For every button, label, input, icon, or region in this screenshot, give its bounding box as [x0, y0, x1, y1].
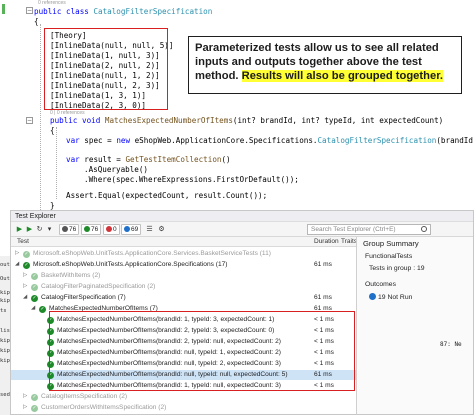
- passed-check-icon: ✓: [23, 261, 30, 269]
- test-explorer-toolbar: ▶ ▶ ↻ ▾ 76 76 0 69 ☰ ⚙ Search Test Explo…: [11, 222, 473, 237]
- codelens-references[interactable]: 0 references: [38, 0, 66, 6]
- callout-highlight: Results will also be grouped together.: [241, 70, 444, 82]
- test-cases-highlight-box: [49, 311, 355, 391]
- attributes-highlight-box: [44, 28, 168, 110]
- editor-gutter: [0, 0, 30, 212]
- test-tree-row[interactable]: ▷ ✓ Microsoft.eShopWeb.UnitTests.Applicati…: [11, 249, 356, 259]
- indent-guide: [40, 24, 41, 212]
- passed-check-icon: ✓: [31, 404, 38, 412]
- not-run-icon: [369, 293, 376, 300]
- background-text: kip: [0, 348, 10, 354]
- group-by-icon[interactable]: ☰: [145, 224, 154, 235]
- chevron-right-icon[interactable]: ▷: [23, 271, 27, 281]
- passed-check-icon: ✓: [39, 305, 46, 313]
- background-window: out Out kip kip ts lis kip kip kip sed: [0, 256, 10, 415]
- passed-check-icon: ✓: [31, 393, 38, 401]
- background-text: kip: [0, 358, 10, 364]
- column-test[interactable]: Test: [17, 237, 29, 247]
- group-summary-title: Group Summary: [363, 239, 419, 248]
- fold-toggle-icon[interactable]: −: [26, 117, 33, 124]
- test-tree-row[interactable]: ◢ ✓ Microsoft.eShopWeb.UnitTests.Applicati…: [11, 260, 356, 270]
- column-duration[interactable]: Duration: [314, 237, 339, 247]
- test-columns-header: Test Duration Traits: [11, 237, 357, 247]
- method-open-brace: {: [50, 126, 55, 135]
- result-line: var result = GetTestItemCollection(): [66, 155, 231, 164]
- change-marker: [2, 4, 5, 14]
- not-run-icon: [124, 226, 130, 232]
- search-placeholder: Search Test Explorer (Ctrl+E): [311, 226, 396, 233]
- test-duration: 61 ms: [314, 294, 332, 301]
- tests-in-group: Tests in group : 19: [369, 265, 425, 272]
- background-text: lis: [0, 328, 10, 334]
- background-text: kip: [0, 338, 10, 344]
- chevron-right-icon[interactable]: ▷: [23, 392, 27, 402]
- failed-icon: [106, 226, 112, 232]
- test-tree-row[interactable]: ▷ ✓ CustomerOrdersWithItemsSpecification (…: [11, 403, 356, 413]
- test-tree-row[interactable]: ▷ ✓ CatalogItemsSpecification (2): [11, 392, 356, 402]
- flask-icon: [62, 226, 68, 232]
- test-name: Microsoft.eShopWeb.UnitTests.Application…: [33, 250, 271, 257]
- column-traits[interactable]: Traits: [341, 237, 357, 247]
- passed-icon: [84, 226, 90, 232]
- background-text: out: [0, 262, 10, 268]
- run-play-icon[interactable]: ▶: [25, 224, 34, 235]
- test-name: CatalogFilterPaginatedSpecification (2): [41, 283, 156, 290]
- code-editor[interactable]: − − 0 references public class CatalogFil…: [0, 0, 474, 212]
- chevron-down-icon[interactable]: ◢: [23, 293, 27, 303]
- where-line: .Where(spec.WhereExpressions.FirstOrDefa…: [84, 175, 299, 184]
- test-explorer-title: Test Explorer: [11, 211, 473, 222]
- failed-tests-badge[interactable]: 0: [103, 224, 120, 235]
- chevron-right-icon[interactable]: ▷: [23, 403, 27, 413]
- passed-check-icon: ✓: [31, 272, 38, 280]
- outcomes-label: Outcomes: [365, 281, 396, 288]
- spec-line: var spec = new eShopWeb.ApplicationCore.…: [66, 136, 474, 145]
- settings-gear-icon[interactable]: ⚙: [157, 224, 166, 235]
- not-run-tests-badge[interactable]: 69: [121, 224, 142, 235]
- passed-check-icon: ✓: [31, 294, 38, 302]
- class-open-brace: {: [34, 17, 39, 26]
- repeat-icon[interactable]: ↻: [35, 224, 44, 235]
- assert-line: Assert.Equal(expectedCount, result.Count…: [66, 191, 268, 200]
- test-name: CustomerOrdersWithItemsSpecification (2): [41, 404, 167, 411]
- chevron-right-icon[interactable]: ▷: [23, 282, 27, 292]
- test-name: CatalogItemsSpecification (2): [41, 393, 128, 400]
- class-declaration: public class CatalogFilterSpecification: [34, 7, 213, 16]
- background-text: kip: [0, 298, 10, 304]
- total-tests-badge[interactable]: 76: [59, 224, 80, 235]
- background-text: Out: [0, 276, 10, 282]
- background-text-right: 87: Ne: [440, 341, 462, 348]
- chevron-right-icon[interactable]: ▷: [15, 249, 19, 259]
- asqueryable-line: .AsQueryable(): [84, 165, 149, 174]
- test-tree-row[interactable]: ▷ ✓ CatalogFilterPaginatedSpecification (2…: [11, 282, 356, 292]
- annotation-callout: Parameterized tests allow us to see all …: [188, 36, 462, 94]
- method-declaration: public void MatchesExpectedNumberOfItems…: [50, 116, 444, 125]
- background-text: sed: [0, 392, 10, 398]
- fold-toggle-icon[interactable]: −: [26, 7, 33, 14]
- debug-icon[interactable]: ▾: [45, 224, 54, 235]
- group-summary-pane: Group Summary FunctionalTests Tests in g…: [357, 237, 473, 414]
- passed-check-icon: ✓: [31, 283, 38, 291]
- search-input[interactable]: Search Test Explorer (Ctrl+E): [307, 224, 431, 235]
- test-name: Microsoft.eShopWeb.UnitTests.Application…: [33, 261, 228, 268]
- group-name: FunctionalTests: [365, 253, 413, 260]
- indent-guide: [56, 127, 57, 199]
- chevron-down-icon[interactable]: ◢: [31, 304, 35, 314]
- run-all-play-icon[interactable]: ▶: [15, 224, 24, 235]
- search-icon: [421, 226, 427, 232]
- background-text: kip: [0, 290, 10, 296]
- passed-tests-badge[interactable]: 76: [81, 224, 102, 235]
- test-tree-row[interactable]: ◢ ✓ CatalogFilterSpecification (7) 61 ms: [11, 293, 356, 303]
- test-name: CatalogFilterSpecification (7): [41, 294, 126, 301]
- test-name: BasketWithItems (2): [41, 272, 101, 279]
- test-tree-row[interactable]: ▷ ✓ BasketWithItems (2): [11, 271, 356, 281]
- chevron-down-icon[interactable]: ◢: [15, 260, 19, 270]
- test-explorer-window: Test Explorer ▶ ▶ ↻ ▾ 76 76 0 69 ☰ ⚙ Sea…: [10, 210, 474, 415]
- passed-check-icon: ✓: [23, 250, 30, 258]
- outcome-not-run: 19 Not Run: [369, 293, 412, 301]
- background-text: ts: [0, 308, 7, 314]
- test-duration: 61 ms: [314, 261, 332, 268]
